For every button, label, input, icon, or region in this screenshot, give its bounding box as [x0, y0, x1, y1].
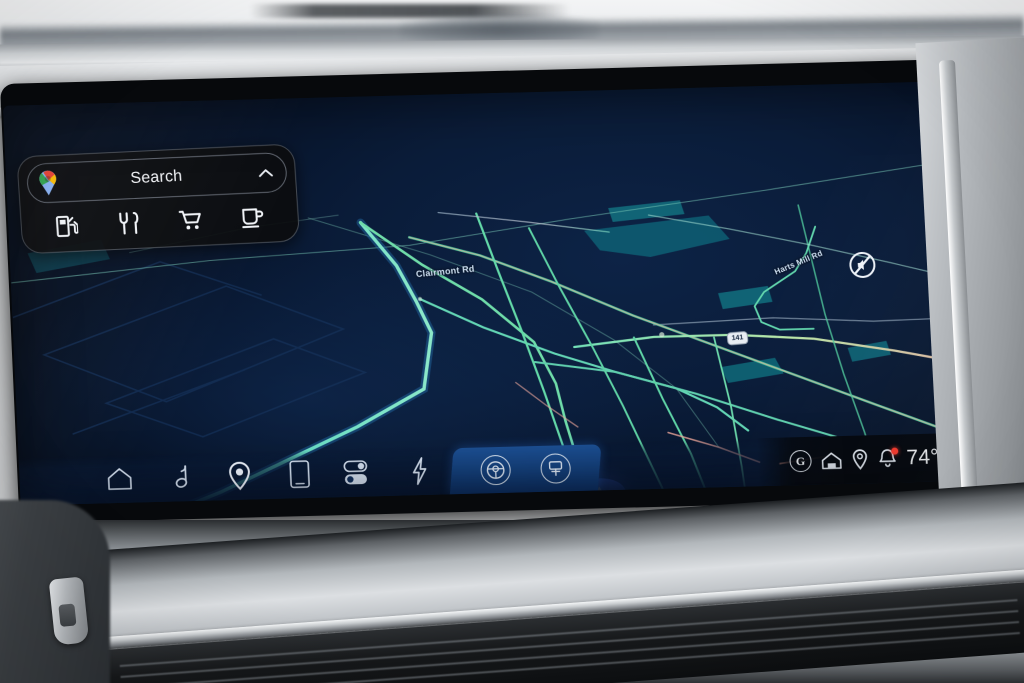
location-pin-icon — [229, 461, 250, 491]
search-input[interactable]: Search — [54, 164, 258, 192]
shopping-cart-icon — [178, 210, 201, 230]
home-icon — [107, 468, 132, 491]
seat-display-icon — [548, 461, 562, 476]
screen-display[interactable]: Clairmont Rd Harts Mill Rd 141 Search G … — [2, 80, 1007, 506]
status-temperature: 74° — [905, 445, 940, 470]
nav-item-energy[interactable] — [389, 448, 451, 494]
nav-item-media[interactable] — [149, 455, 211, 501]
screen-bezel: Clairmont Rd Harts Mill Rd 141 Search G … — [0, 58, 1010, 524]
nav-item-phone[interactable] — [269, 451, 331, 497]
navigation-mute-button[interactable] — [848, 250, 878, 279]
music-note-icon — [175, 465, 188, 488]
infotainment-screen-assembly: Clairmont Rd Harts Mill Rd 141 Search G … — [0, 58, 1010, 524]
category-groceries-button[interactable] — [173, 205, 209, 237]
toggles-icon — [343, 460, 368, 485]
navigation-mute-icon — [849, 251, 876, 278]
nav-item-home[interactable] — [89, 456, 151, 502]
map-block-grid — [12, 260, 368, 438]
steering-wheel-icon — [487, 461, 505, 479]
search-panel[interactable]: Search — [16, 143, 301, 255]
dashboard-side-handle — [48, 576, 90, 646]
google-account-icon[interactable]: G — [789, 449, 813, 473]
restaurant-icon — [119, 212, 139, 235]
category-coffee-button[interactable] — [235, 202, 271, 234]
quick-action-driver-assist[interactable] — [480, 454, 512, 486]
nav-item-vehicle-settings[interactable] — [329, 450, 391, 496]
location-pin-icon[interactable] — [851, 448, 869, 470]
map-junction-node — [417, 296, 665, 338]
chevron-up-icon[interactable] — [257, 166, 274, 179]
category-restaurant-button[interactable] — [111, 208, 147, 240]
coffee-cup-icon — [242, 208, 264, 229]
quick-action-panel[interactable] — [449, 444, 602, 495]
phone-icon — [289, 460, 310, 489]
nav-item-navigation[interactable] — [209, 453, 271, 499]
quick-action-display[interactable] — [539, 453, 571, 484]
home-location-icon[interactable] — [820, 450, 843, 471]
category-gas-button[interactable] — [49, 210, 85, 242]
photo-scene: Clairmont Rd Harts Mill Rd 141 Search G … — [0, 0, 1024, 683]
lightning-bolt-icon — [412, 457, 427, 485]
map-highway-shield: 141 — [726, 330, 749, 346]
gas-station-icon — [55, 215, 79, 238]
notification-dot — [891, 447, 899, 455]
notification-bell[interactable] — [877, 447, 899, 471]
